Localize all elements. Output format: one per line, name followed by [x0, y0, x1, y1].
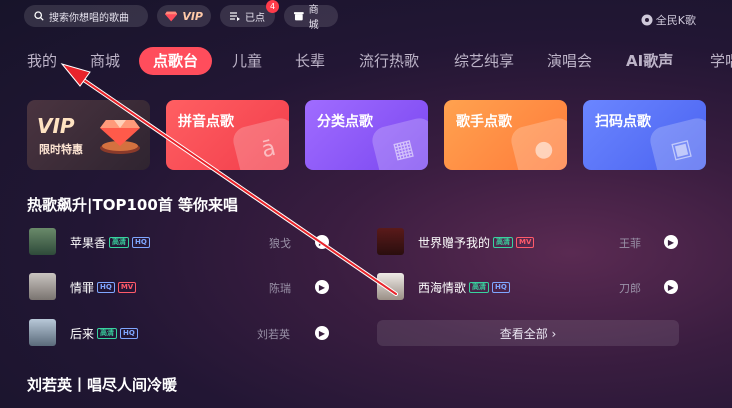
app-logo: 全民K歌: [641, 12, 696, 28]
song-row[interactable]: 后来 高清 HQ 刘若英 ▶: [29, 319, 329, 347]
song-title: 西海情歌: [418, 281, 467, 295]
vip-label: VIP: [182, 9, 203, 23]
tab-kids[interactable]: 儿童: [232, 47, 262, 75]
vip-promo-card[interactable]: VIP 限时特惠: [27, 100, 150, 170]
tab-variety[interactable]: 综艺纯享: [454, 47, 514, 75]
vip-button[interactable]: VIP: [157, 5, 211, 27]
song-title: 后来: [70, 327, 95, 341]
pinyin-search-card[interactable]: 拼音点歌 ā: [166, 100, 289, 170]
song-title-row: 西海情歌 高清 HQ: [418, 279, 510, 296]
song-cover: [29, 273, 56, 300]
song-row[interactable]: 世界赠予我的 高清 MV 王菲 ▶: [377, 228, 679, 256]
shop-label: 商城: [308, 5, 319, 31]
song-artist: 陈瑞: [269, 282, 291, 295]
singer-search-card[interactable]: 歌手点歌 ●: [444, 100, 567, 170]
search-icon: [34, 11, 44, 21]
search-placeholder: 搜索你想唱的歌曲: [49, 12, 129, 24]
hq-tag: HQ: [120, 328, 138, 339]
song-artist: 刘若英: [257, 328, 290, 341]
section-title-hot-songs: 热歌飙升|TOP100首 等你来唱: [27, 196, 238, 214]
play-icon[interactable]: ▶: [315, 235, 329, 249]
song-title: 苹果香: [70, 236, 107, 250]
play-icon[interactable]: ▶: [315, 326, 329, 340]
hq-tag: HQ: [97, 282, 115, 293]
tab-pop-hits[interactable]: 流行热歌: [359, 47, 419, 75]
feature-cards: VIP 限时特惠 拼音点歌 ā 分类点歌 ▦ 歌手点歌 ● 扫码点歌 ▣: [27, 100, 732, 170]
scan-card-label: 扫码点歌: [595, 114, 651, 130]
song-cover: [377, 273, 404, 300]
diamond-icon: [165, 11, 178, 21]
queue-button[interactable]: 已点 4: [220, 0, 279, 27]
section-title-artist: 刘若英丨唱尽人间冷暖: [27, 376, 178, 394]
play-icon[interactable]: ▶: [664, 235, 678, 249]
song-artist: 王菲: [619, 237, 641, 250]
search-bar[interactable]: 搜索你想唱的歌曲: [24, 5, 148, 27]
vip-card-subtitle: 限时特惠: [39, 143, 83, 156]
queue-count-badge: 4: [266, 0, 279, 13]
category-nav: 我的 商城 点歌台 儿童 长辈 流行热歌 综艺纯享 演唱会 AI歌声 学唱: [0, 47, 732, 75]
song-title: 世界赠予我的: [418, 236, 491, 250]
play-icon[interactable]: ▶: [315, 280, 329, 294]
category-card-label: 分类点歌: [317, 114, 373, 130]
singer-card-label: 歌手点歌: [456, 114, 512, 130]
shop-icon: [294, 12, 304, 21]
song-cover: [29, 319, 56, 346]
tab-song-picker[interactable]: 点歌台: [139, 47, 213, 75]
playlist-icon: [230, 12, 240, 21]
song-artist: 刀郎: [619, 282, 641, 295]
hd-tag: 高清: [97, 328, 118, 339]
tab-learn-sing[interactable]: 学唱: [710, 47, 732, 75]
hd-tag: 高清: [493, 237, 514, 248]
view-all-button[interactable]: 查看全部 ›: [377, 320, 679, 346]
tab-mine[interactable]: 我的: [27, 47, 57, 75]
song-title-row: 世界赠予我的 高清 MV: [418, 234, 535, 251]
song-cover: [29, 228, 56, 255]
play-icon[interactable]: ▶: [664, 280, 678, 294]
vip-card-title: VIP: [37, 114, 75, 138]
tab-shop[interactable]: 商城: [90, 47, 120, 75]
mv-tag: MV: [516, 237, 535, 248]
song-row[interactable]: 苹果香 高清 HQ 狼戈 ▶: [29, 228, 329, 256]
pinyin-card-label: 拼音点歌: [178, 114, 234, 130]
queue-label: 已点: [245, 12, 265, 24]
song-title-row: 情罪 HQ MV: [70, 279, 137, 296]
song-artist: 狼戈: [269, 237, 291, 250]
tab-elders[interactable]: 长辈: [295, 47, 325, 75]
scan-qr-card[interactable]: 扫码点歌 ▣: [583, 100, 706, 170]
logo-text: 全民K歌: [655, 14, 696, 27]
hq-tag: HQ: [492, 282, 510, 293]
karaoke-logo-icon: [641, 14, 653, 26]
song-cover: [377, 228, 404, 255]
hd-tag: 高清: [109, 237, 130, 248]
song-title: 情罪: [70, 281, 95, 295]
tab-ai-voice[interactable]: AI歌声: [626, 47, 673, 75]
mv-tag: MV: [117, 282, 137, 293]
song-title-row: 苹果香 高清 HQ: [70, 234, 150, 251]
diamond-icon: [100, 120, 140, 154]
hq-tag: HQ: [132, 237, 150, 248]
top-bar: 搜索你想唱的歌曲 VIP 已点 4 商城: [24, 0, 338, 31]
song-row[interactable]: 西海情歌 高清 HQ 刀郎 ▶: [377, 273, 679, 301]
hd-tag: 高清: [469, 282, 490, 293]
song-row[interactable]: 情罪 HQ MV 陈瑞 ▶: [29, 273, 329, 301]
song-title-row: 后来 高清 HQ: [70, 325, 138, 342]
category-search-card[interactable]: 分类点歌 ▦: [305, 100, 428, 170]
shop-button[interactable]: 商城: [284, 5, 338, 31]
tab-concert[interactable]: 演唱会: [547, 47, 592, 75]
